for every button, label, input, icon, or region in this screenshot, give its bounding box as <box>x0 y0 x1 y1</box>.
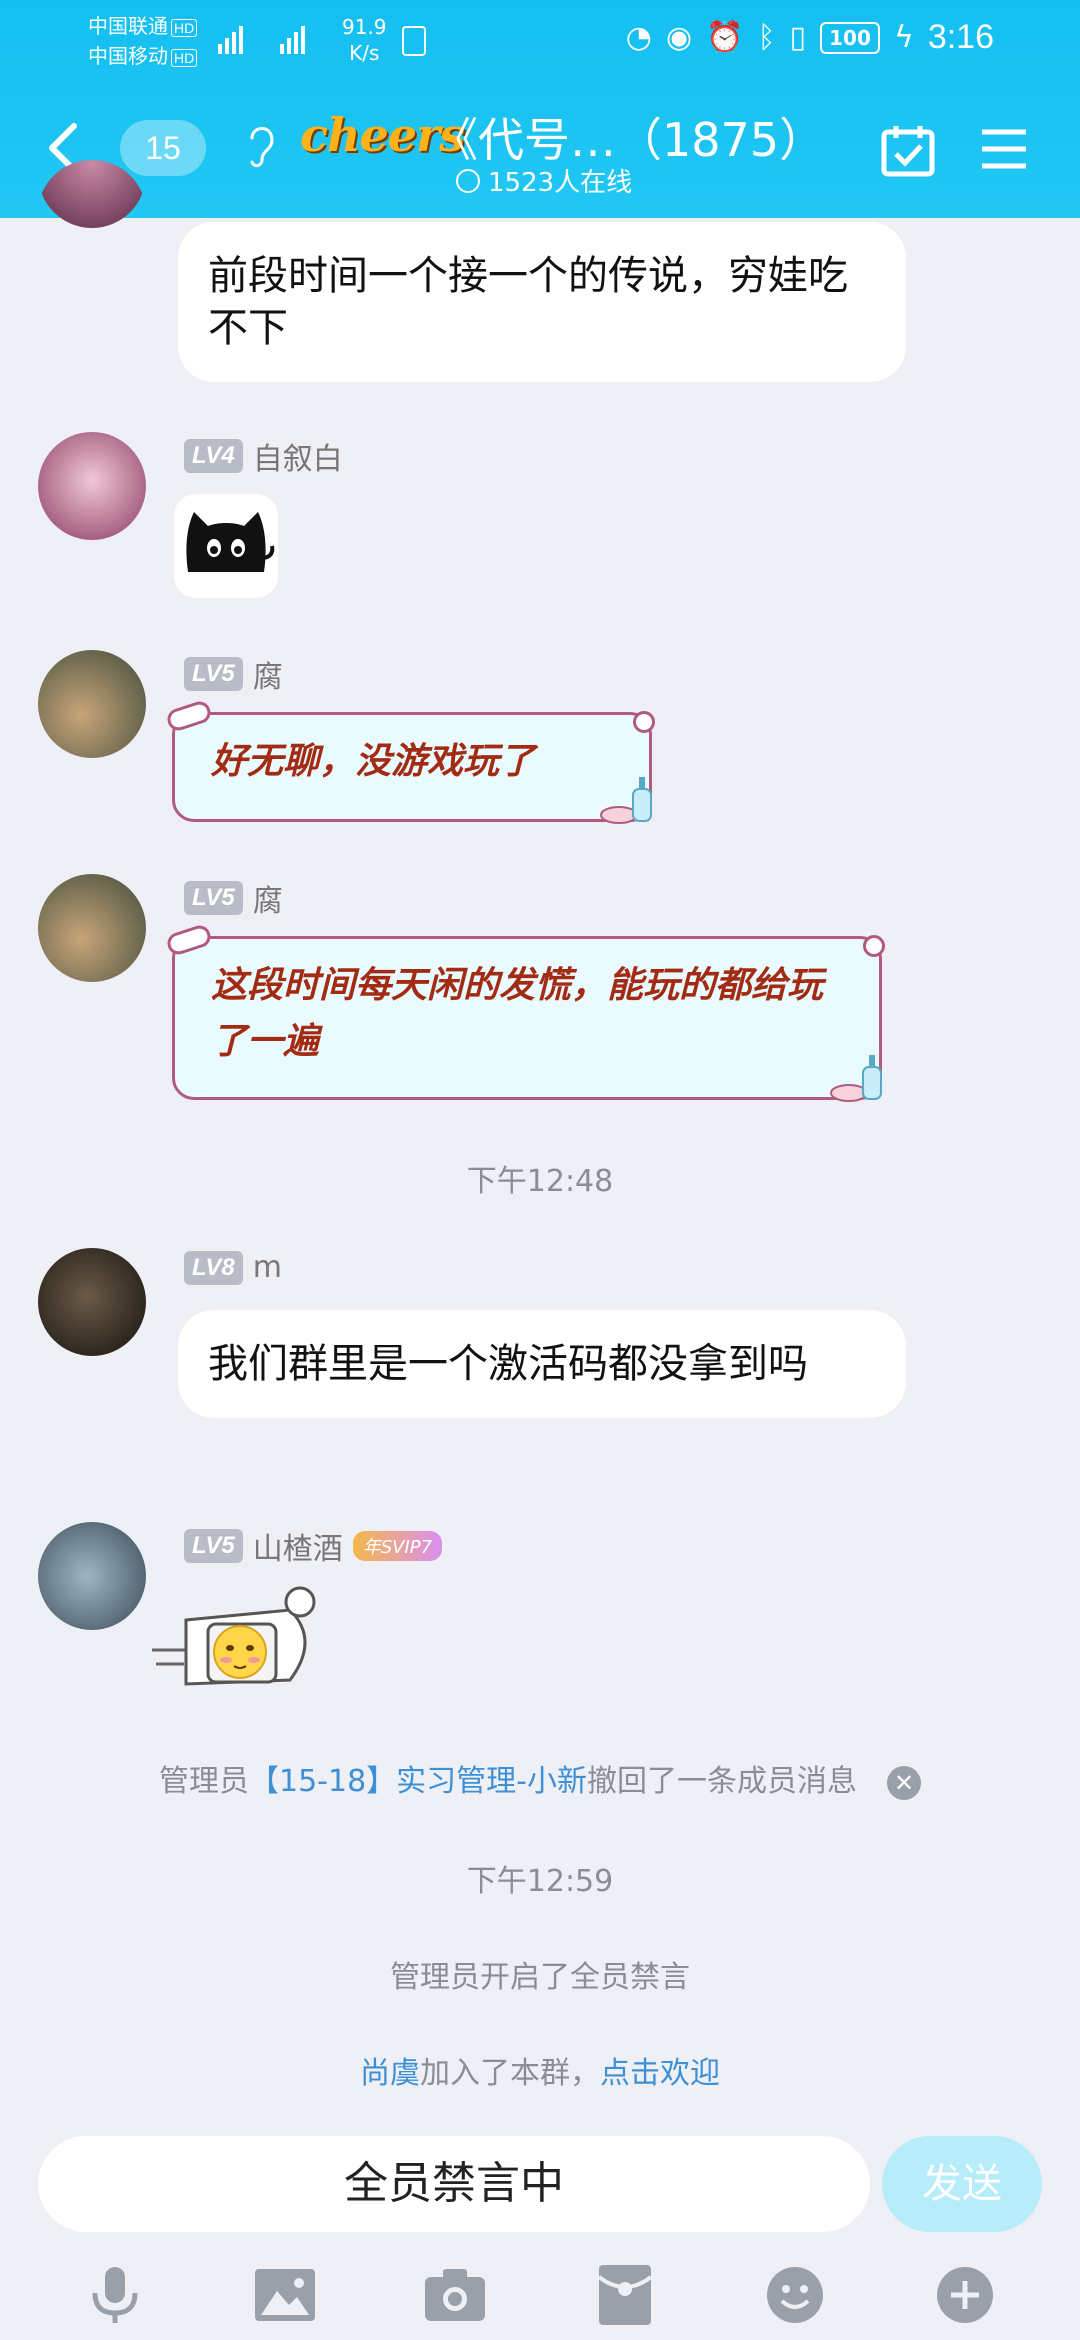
status-icons: ◔ ◉ ⏰ ᛒ ▯ 100 ϟ 3:16 <box>626 18 994 57</box>
carrier-2: 中国移动 <box>88 46 168 68</box>
rocket-face-sticker[interactable] <box>150 1580 330 1710</box>
carrier-info: 中国联通 HD 中国移动 HD <box>88 12 198 72</box>
alarm-icon: ⏰ <box>706 20 744 55</box>
hd-call-icon: ◔ <box>625 20 652 55</box>
sender-name[interactable]: 腐 <box>253 876 283 920</box>
sim-icon <box>402 26 426 56</box>
chevron-down-icon <box>456 168 480 193</box>
battery-icon: 100 <box>820 21 881 54</box>
level-badge: LV5 <box>184 657 243 691</box>
lotion-bottle-icon <box>830 1055 882 1102</box>
net-speed-unit: K/s <box>349 41 380 65</box>
message-bubble[interactable]: 我们群里是一个激活码都没拿到吗 <box>178 1310 906 1418</box>
welcome-link[interactable]: 点击欢迎 <box>600 2056 720 2091</box>
red-packet-button[interactable] <box>593 2263 657 2327</box>
level-badge: LV5 <box>184 1529 243 1563</box>
eye-icon: ◉ <box>665 20 693 55</box>
level-badge: LV5 <box>184 881 243 915</box>
avatar[interactable] <box>38 874 146 982</box>
vip-badge: 年SVIP7 <box>352 1531 443 1561</box>
message-bubble[interactable]: 前段时间一个接一个的传说，穷娃吃不下 <box>178 222 906 382</box>
mute-notice: 管理员开启了全员禁言 <box>390 1960 690 1995</box>
timestamp: 下午12:48 <box>466 1164 614 1199</box>
avatar[interactable] <box>38 650 146 758</box>
decorated-message-bubble[interactable]: 好无聊，没游戏玩了 <box>164 698 655 824</box>
network-speed: 91.9 K/s <box>342 14 387 66</box>
avatar[interactable] <box>38 160 146 266</box>
avatar[interactable] <box>38 1522 146 1630</box>
bubble-decoration <box>164 922 214 958</box>
bubble-decoration <box>164 698 214 734</box>
send-button[interactable]: 发送 <box>882 2136 1042 2232</box>
emoji-icon <box>767 2267 823 2323</box>
camera-icon <box>425 2269 485 2321</box>
timestamp: 下午12:59 <box>466 1864 614 1899</box>
voice-button[interactable] <box>83 2263 147 2327</box>
close-icon[interactable]: ✕ <box>887 1765 921 1800</box>
recall-notice: 管理员【15-18】实习管理-小新撤回了一条成员消息 ✕ <box>0 1756 1080 1800</box>
carrier-1: 中国联通 <box>88 16 168 38</box>
lotion-bottle-icon <box>600 777 652 824</box>
sender-info: LV4 自叙白 <box>184 434 343 478</box>
image-button[interactable] <box>253 2263 317 2327</box>
vibrate-icon: ▯ <box>789 20 807 55</box>
decorated-message-bubble[interactable]: 这段时间每天闲的发慌，能玩的都给玩了一遍 <box>164 922 885 1102</box>
online-count[interactable]: 1523人在线 <box>456 162 632 199</box>
signal-icon-2 <box>280 20 305 54</box>
admin-link[interactable]: 【15-18】实习管理-小新 <box>249 1764 587 1799</box>
avatar[interactable] <box>38 432 146 540</box>
message-text: 好无聊，没游戏玩了 <box>211 740 536 782</box>
bubble-decoration <box>633 711 655 733</box>
message-text: 这段时间每天闲的发慌，能玩的都给玩了一遍 <box>211 964 824 1062</box>
emoji-button[interactable] <box>763 2263 827 2327</box>
sender-name[interactable]: 自叙白 <box>253 434 343 478</box>
plus-icon <box>937 2267 993 2323</box>
signal-icon <box>218 20 243 54</box>
bubble-decoration <box>863 935 885 957</box>
calendar-check-icon[interactable] <box>880 122 936 178</box>
cat-icon <box>186 512 275 572</box>
sender-name[interactable]: m <box>253 1250 282 1285</box>
sender-info: LV5 腐 <box>184 876 283 920</box>
join-text: 加入了本群， <box>420 2056 600 2091</box>
net-speed-value: 91.9 <box>342 15 387 39</box>
level-badge: LV4 <box>184 439 243 473</box>
new-member-link[interactable]: 尚虞 <box>360 2056 420 2091</box>
bluetooth-icon: ᛒ <box>757 20 776 55</box>
hd-badge-2: HD <box>171 48 198 67</box>
avatar[interactable] <box>38 1248 146 1356</box>
sender-info: LV5 山楂酒 年SVIP7 <box>184 1524 443 1568</box>
more-button[interactable] <box>933 2263 997 2327</box>
nav-bar: 15 cheers 《代号…（1875） 1523人在线 <box>0 90 1080 218</box>
input-toolbar <box>0 2250 1080 2340</box>
join-notice: 尚虞加入了本群，点击欢迎 <box>0 2048 1080 2092</box>
red-packet-icon <box>597 2265 653 2325</box>
sender-info: LV8 m <box>184 1250 282 1285</box>
microphone-icon <box>92 2267 138 2323</box>
sender-info: LV5 腐 <box>184 652 283 696</box>
level-badge: LV8 <box>184 1250 243 1285</box>
group-title[interactable]: 《代号…（1875） <box>432 104 825 170</box>
camera-button[interactable] <box>423 2263 487 2327</box>
ear-icon[interactable] <box>244 120 278 170</box>
image-icon <box>255 2269 315 2321</box>
sender-name[interactable]: 腐 <box>253 652 283 696</box>
clock: 3:16 <box>927 18 994 56</box>
black-cat-sticker[interactable] <box>174 494 278 598</box>
charging-icon: ϟ <box>894 20 914 55</box>
status-bar: 中国联通 HD 中国移动 HD 91.9 K/s ◔ ◉ ⏰ ᛒ ▯ 100 ϟ 3… <box>0 0 1080 80</box>
chat-header: 中国联通 HD 中国移动 HD 91.9 K/s ◔ ◉ ⏰ ᛒ ▯ 100 ϟ 3… <box>0 0 1080 218</box>
recall-prefix: 管理员 <box>159 1764 249 1799</box>
recall-suffix: 撤回了一条成员消息 <box>587 1764 857 1799</box>
message-input[interactable]: 全员禁言中 <box>38 2136 870 2232</box>
rocket-icon <box>152 1586 316 1686</box>
hd-badge: HD <box>171 18 198 37</box>
sender-name[interactable]: 山楂酒 <box>253 1524 343 1568</box>
menu-icon[interactable] <box>980 126 1028 172</box>
online-count-text: 1523人在线 <box>488 168 633 198</box>
